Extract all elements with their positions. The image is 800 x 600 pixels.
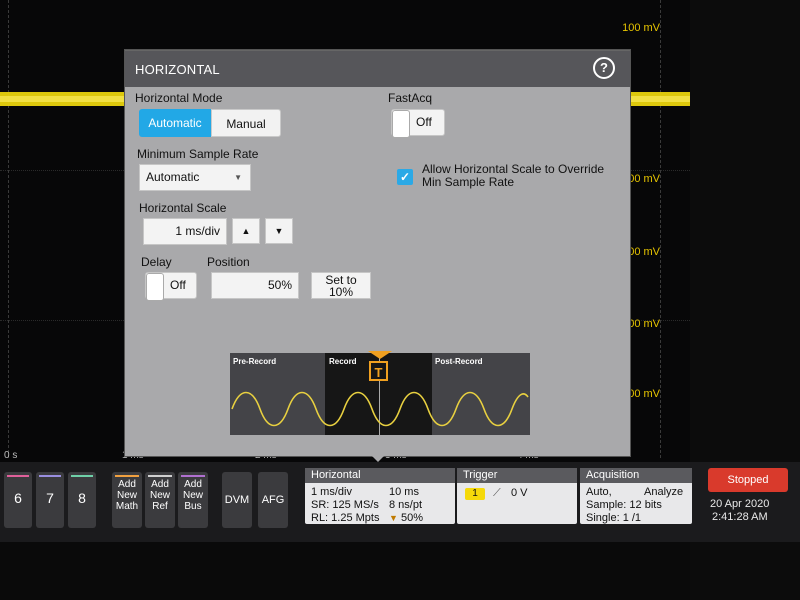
override-checkbox[interactable]: ✓ [397, 169, 413, 185]
sample-bits-value: Sample: 12 bits [586, 499, 662, 511]
channel-color-bar [71, 475, 93, 477]
dialog-pointer [369, 453, 387, 462]
channel-label: 7 [46, 490, 54, 506]
help-icon[interactable]: ? [593, 57, 615, 79]
sine-wave-graphic [231, 391, 529, 427]
channel-7-button[interactable]: 7 [36, 472, 64, 528]
dialog-title: HORIZONTAL [135, 62, 220, 77]
position-label: Position [207, 255, 250, 269]
trigger-level-value: 0 V [511, 487, 528, 499]
date-display: 20 Apr 2020 [710, 498, 770, 510]
add-color-bar [148, 475, 172, 477]
add-label-l3: Math [115, 501, 139, 512]
add-new-bus-button[interactable]: Add New Bus [178, 472, 208, 528]
post-record-label: Post-Record [435, 357, 483, 366]
y-axis-label: 100 mV [622, 22, 660, 34]
triangle-up-icon: ▲ [241, 226, 251, 236]
add-new-math-button[interactable]: Add New Math [112, 472, 142, 528]
channel-8-button[interactable]: 8 [68, 472, 96, 528]
horizontal-scale-input[interactable]: 1 ms/div [143, 218, 227, 245]
sample-rate-value: SR: 125 MS/s [311, 499, 379, 511]
add-label-l3: Bus [184, 501, 202, 512]
add-color-bar [115, 475, 139, 477]
set-to-10-button[interactable]: Set to 10% [311, 272, 371, 299]
position-input[interactable]: 50% [211, 272, 299, 299]
horizontal-badge[interactable]: Horizontal 1 ms/div 10 ms SR: 125 MS/s 8… [305, 468, 455, 524]
horizontal-mode-label: Horizontal Mode [135, 91, 223, 105]
horizontal-dialog: HORIZONTAL ? Horizontal Mode Automatic M… [125, 50, 630, 462]
add-label-l2: New [149, 490, 170, 501]
trigger-badge[interactable]: Trigger 1 ⟋ 0 V [457, 468, 577, 524]
add-label-l1: Add [151, 479, 169, 490]
dvm-button[interactable]: DVM [222, 472, 252, 528]
time-display: 2:41:28 AM [712, 511, 768, 523]
override-label-line2: Min Sample Rate [422, 175, 515, 189]
rising-edge-icon: ⟋ [493, 487, 501, 499]
horizontal-scale-value: 1 ms/div [311, 486, 352, 498]
trigger-t-marker: T [369, 361, 388, 381]
x-axis-label: 0 s [4, 450, 18, 461]
toggle-knob [392, 110, 410, 138]
channel-color-bar [39, 475, 61, 477]
horizontal-badge-title: Horizontal [305, 468, 455, 483]
add-label-l3: Ref [152, 501, 168, 512]
horizontal-duration-value: 10 ms [389, 486, 419, 498]
acquisition-badge[interactable]: Acquisition Auto, Analyze Sample: 12 bit… [580, 468, 692, 524]
channel-6-button[interactable]: 6 [4, 472, 32, 528]
channel-label: 6 [14, 490, 22, 506]
grid-line [8, 0, 9, 458]
min-sample-rate-value: Automatic [146, 170, 200, 184]
fastacq-value: Off [416, 115, 432, 129]
bottom-bar: 6 7 8 Add New Math Add New Ref Add New B… [0, 462, 800, 542]
delay-toggle[interactable]: Off [145, 272, 197, 301]
trigger-position-icon: ▼ [389, 513, 398, 523]
trigger-badge-title: Trigger [457, 468, 577, 483]
pre-record-label: Pre-Record [233, 357, 277, 366]
toggle-knob [146, 273, 164, 301]
record-label: Record [329, 357, 357, 366]
add-label-l2: New [182, 490, 203, 501]
set-to-10-line2: 10% [328, 285, 354, 299]
fastacq-toggle[interactable]: Off [391, 109, 445, 138]
add-new-ref-button[interactable]: Add New Ref [145, 472, 175, 528]
dialog-header: HORIZONTAL ? [125, 51, 630, 87]
trigger-position-icon [368, 351, 392, 359]
mode-automatic-button[interactable]: Automatic [139, 109, 211, 137]
run-stop-status-button[interactable]: Stopped [708, 468, 788, 492]
mode-manual-button[interactable]: Manual [211, 109, 281, 137]
time-per-point-value: 8 ns/pt [389, 499, 423, 511]
scale-down-button[interactable]: ▼ [265, 218, 293, 244]
single-count-value: Single: 1 /1 [586, 512, 642, 524]
channel-label: 8 [78, 490, 86, 506]
add-label-l2: New [116, 490, 137, 501]
trigger-channel-chip: 1 [465, 488, 485, 500]
add-color-bar [181, 475, 205, 477]
horizontal-scale-label: Horizontal Scale [139, 201, 227, 215]
add-label-l1: Add [184, 479, 202, 490]
scale-up-button[interactable]: ▲ [232, 218, 260, 244]
add-label-l1: Add [118, 479, 136, 490]
min-sample-rate-dropdown[interactable]: Automatic ▼ [139, 164, 251, 191]
delay-label: Delay [141, 255, 172, 269]
channel-color-bar [7, 475, 29, 477]
grid-line [660, 0, 661, 458]
record-diagram: Pre-Record Record Post-Record T [230, 351, 530, 435]
override-label: Allow Horizontal Scale to Override Min S… [422, 163, 604, 189]
analyze-value: Analyze [644, 486, 684, 498]
horizontal-position-text: 50% [400, 512, 424, 524]
min-sample-rate-label: Minimum Sample Rate [137, 147, 259, 161]
horizontal-position-value: ▼ 50% [389, 512, 423, 524]
acquisition-badge-title: Acquisition [580, 468, 692, 483]
delay-value: Off [170, 278, 186, 292]
record-length-value: RL: 1.25 Mpts [311, 512, 380, 524]
fastacq-label: FastAcq [388, 91, 433, 105]
acquisition-mode-value: Auto, [586, 486, 612, 498]
afg-button[interactable]: AFG [258, 472, 288, 528]
triangle-down-icon: ▼ [274, 226, 284, 236]
chevron-down-icon: ▼ [234, 173, 242, 182]
